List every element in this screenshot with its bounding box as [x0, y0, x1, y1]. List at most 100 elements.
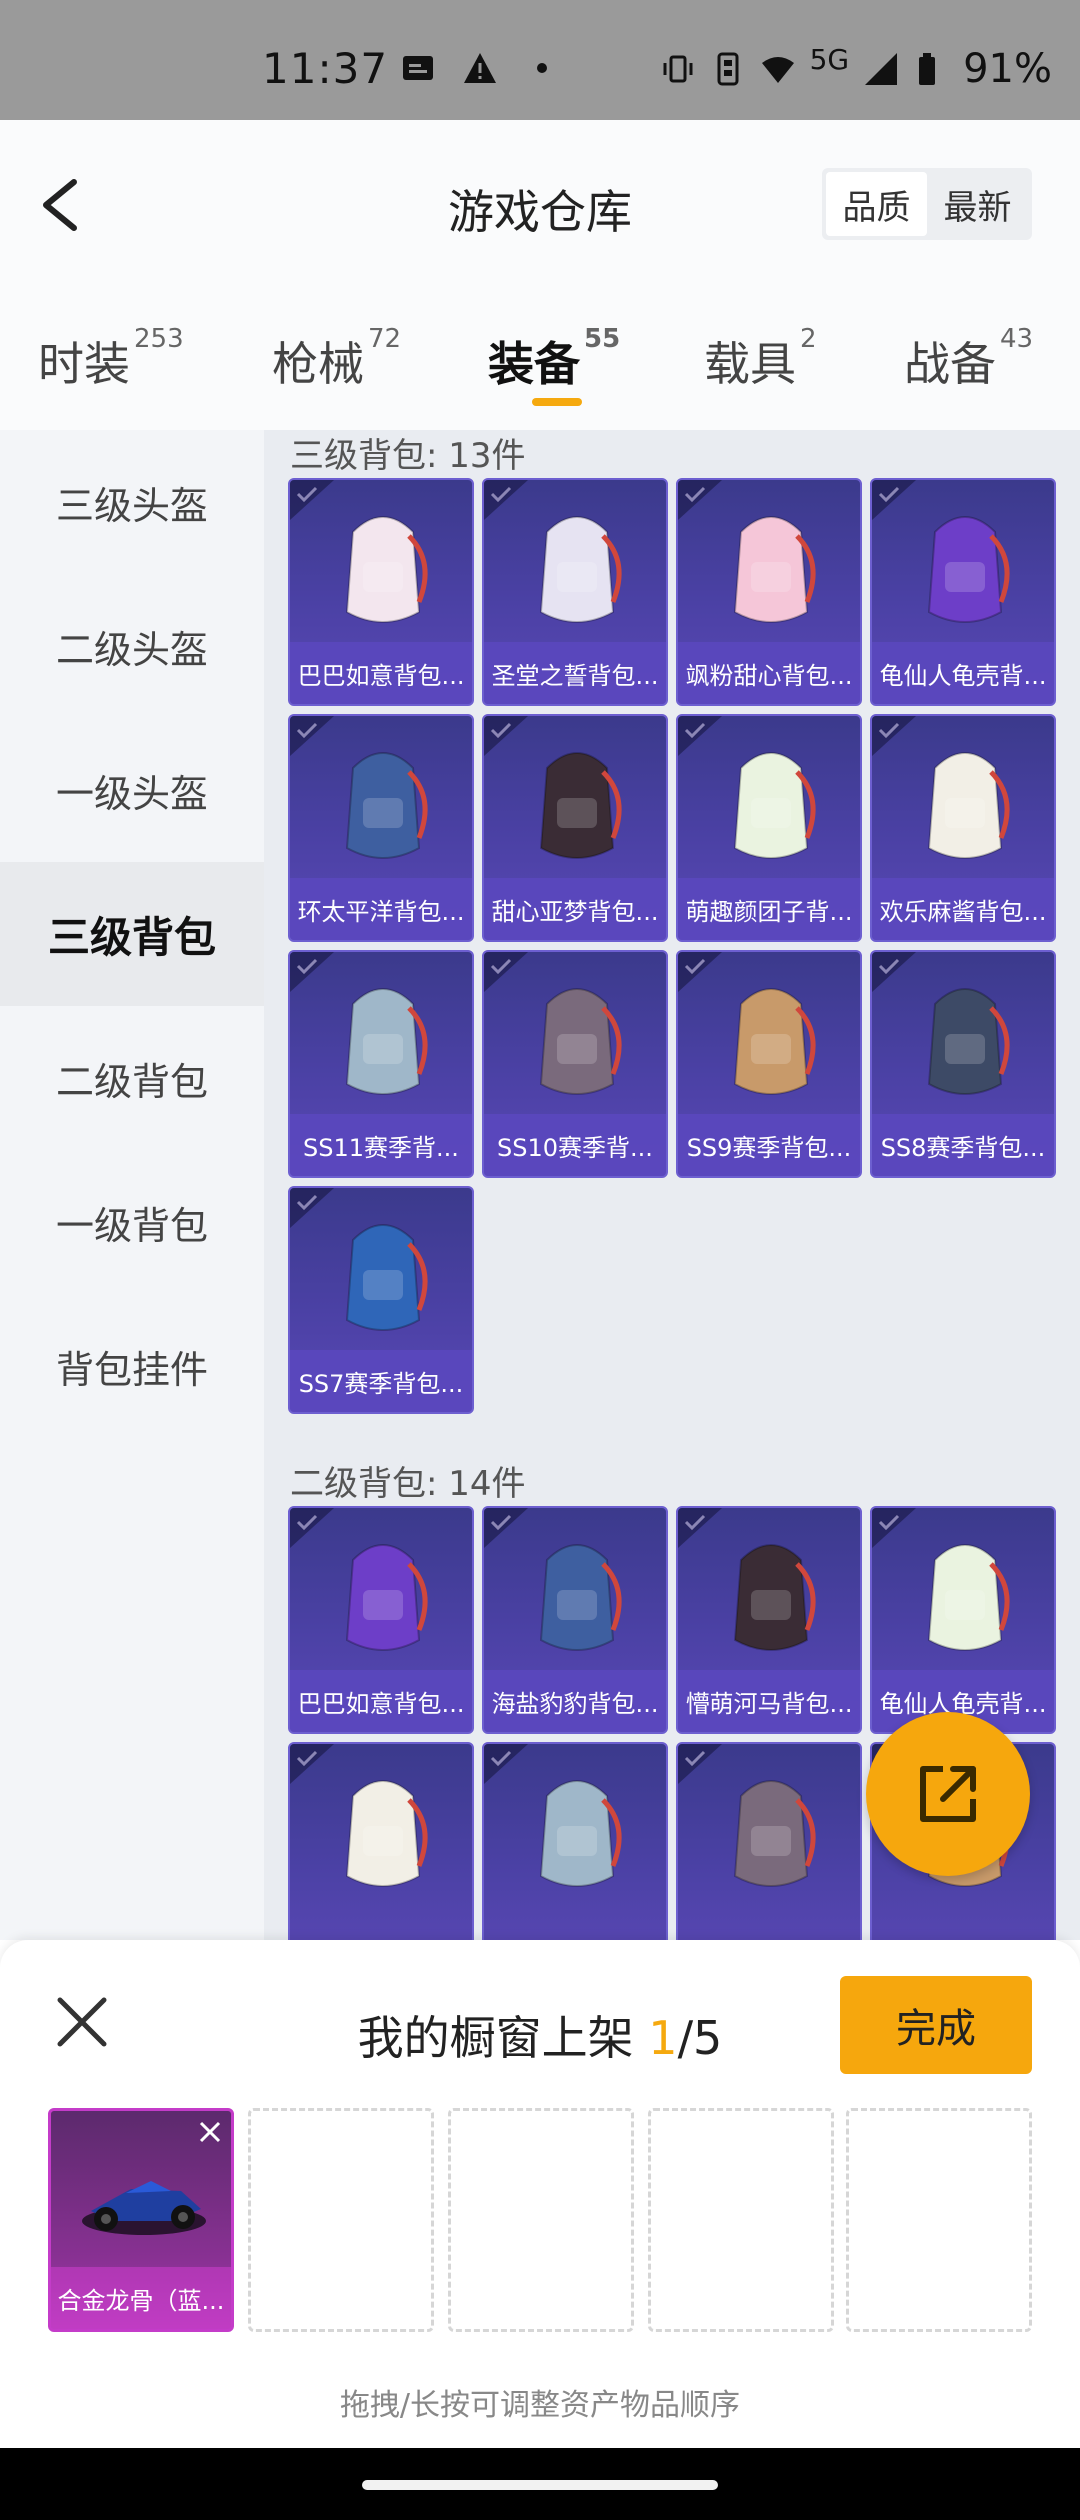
active-tab-indicator: [532, 398, 582, 406]
item-card[interactable]: 海盐豹豹背包...: [482, 1506, 668, 1734]
item-label: 巴巴如意背包...: [290, 1670, 472, 1732]
item-card[interactable]: SS8赛季背包...: [870, 950, 1056, 1178]
sort-toggle[interactable]: 品质 最新: [822, 168, 1032, 240]
item-image: [539, 1780, 622, 1887]
tab-vehicles[interactable]: 载具 2: [704, 324, 817, 394]
tab-label: 枪械: [272, 337, 364, 391]
item-card[interactable]: [288, 1742, 474, 1940]
sidebar-item-helmet-1[interactable]: 一级头盔: [0, 718, 264, 862]
item-image: [539, 752, 622, 859]
item-image: [345, 1224, 428, 1331]
section-title: 三级背包: 13件: [290, 436, 526, 476]
showcase-count-total: /5: [677, 2011, 723, 2065]
showcase-slot-3[interactable]: [448, 2108, 634, 2332]
status-time: 11:37: [262, 44, 389, 93]
tab-supplies[interactable]: 战备 43: [904, 324, 1033, 394]
item-card[interactable]: 环太平洋背包...: [288, 714, 474, 942]
item-label: 飒粉甜心背包...: [678, 642, 860, 704]
tab-count: 43: [1000, 324, 1034, 354]
item-card[interactable]: 圣堂之誓背包...: [482, 478, 668, 706]
remove-icon[interactable]: [195, 2117, 225, 2147]
item-card[interactable]: SS10赛季背...: [482, 950, 668, 1178]
item-card[interactable]: SS9赛季背包...: [676, 950, 862, 1178]
item-image: [539, 516, 622, 623]
item-image: [345, 516, 428, 623]
tab-count: 72: [368, 324, 402, 354]
item-image: [539, 1544, 622, 1651]
sim-icon: [717, 52, 739, 86]
item-card[interactable]: 巴巴如意背包...: [288, 478, 474, 706]
item-image: [733, 988, 816, 1095]
showcase-sheet: 我的橱窗上架 1/5 完成 合金龙骨（蓝... 拖拽/长按可调整资产物品顺序: [0, 1940, 1080, 2448]
sidebar-item-helmet-3[interactable]: 三级头盔: [0, 430, 264, 574]
tab-label: 装备: [488, 337, 580, 391]
category-tabs: 时装 253 枪械 72 装备 55 载具 2 战备 43: [0, 290, 1080, 430]
item-image: [733, 1544, 816, 1651]
item-label: 懵萌河马背包...: [678, 1670, 860, 1732]
item-label: 甜心亚梦背包...: [484, 878, 666, 940]
item-image: [927, 516, 1010, 623]
share-icon: [920, 1766, 976, 1822]
item-image: [733, 752, 816, 859]
home-gesture-bar[interactable]: [362, 2480, 718, 2490]
item-image: [927, 988, 1010, 1095]
sidebar-item-backpack-charm[interactable]: 背包挂件: [0, 1294, 264, 1438]
share-button[interactable]: [866, 1712, 1030, 1876]
showcase-slot-2[interactable]: [248, 2108, 434, 2332]
slot-label: 合金龙骨（蓝...: [51, 2267, 231, 2329]
item-card[interactable]: SS7赛季背包...: [288, 1186, 474, 1414]
item-label: SS11赛季背...: [290, 1114, 472, 1176]
item-card[interactable]: [482, 1742, 668, 1940]
item-card[interactable]: SS11赛季背...: [288, 950, 474, 1178]
item-label: 环太平洋背包...: [290, 878, 472, 940]
showcase-title-text: 我的橱窗上架: [357, 2011, 649, 2065]
tab-count: 55: [584, 324, 621, 354]
battery-percentage: 91%: [963, 46, 1052, 92]
item-image: [733, 1780, 816, 1887]
showcase-count-current: 1: [648, 2011, 678, 2065]
item-card[interactable]: 巴巴如意背包...: [288, 1506, 474, 1734]
vibrate-icon: [663, 55, 693, 83]
showcase-slot-5[interactable]: [846, 2108, 1032, 2332]
tab-equipment[interactable]: 装备 55: [488, 324, 620, 394]
system-nav-bar: [0, 2448, 1080, 2520]
item-card[interactable]: 龟仙人龟壳背...: [870, 1506, 1056, 1734]
item-image: [927, 752, 1010, 859]
item-image: [345, 1544, 428, 1651]
sort-newest-button[interactable]: 最新: [927, 172, 1028, 236]
tab-label: 战备: [904, 337, 996, 391]
item-card[interactable]: 欢乐麻酱背包...: [870, 714, 1056, 942]
sidebar-item-backpack-3[interactable]: 三级背包: [0, 862, 264, 1006]
done-button[interactable]: 完成: [840, 1976, 1032, 2074]
item-image: [345, 752, 428, 859]
vehicle-image: [82, 2181, 206, 2235]
tab-label: 时装: [38, 337, 130, 391]
item-label: 圣堂之誓背包...: [484, 642, 666, 704]
app-header: 游戏仓库 品质 最新: [0, 120, 1080, 290]
sort-quality-button[interactable]: 品质: [826, 172, 927, 236]
item-card[interactable]: 飒粉甜心背包...: [676, 478, 862, 706]
tab-label: 载具: [704, 337, 796, 391]
item-card[interactable]: 萌趣颜团子背...: [676, 714, 862, 942]
item-label: 巴巴如意背包...: [290, 642, 472, 704]
item-image: [345, 1780, 428, 1887]
showcase-slot-4[interactable]: [648, 2108, 834, 2332]
tab-weapons[interactable]: 枪械 72: [272, 324, 401, 394]
item-card[interactable]: 甜心亚梦背包...: [482, 714, 668, 942]
sidebar-item-backpack-1[interactable]: 一级背包: [0, 1150, 264, 1294]
tab-fashion[interactable]: 时装 253: [38, 324, 184, 394]
showcase-slot-1[interactable]: 合金龙骨（蓝...: [48, 2108, 234, 2332]
reorder-hint: 拖拽/长按可调整资产物品顺序: [339, 2388, 741, 2423]
item-label: SS9赛季背包...: [678, 1114, 860, 1176]
item-card[interactable]: [676, 1742, 862, 1940]
item-card[interactable]: 龟仙人龟壳背...: [870, 478, 1056, 706]
item-image: [927, 1544, 1010, 1651]
item-card[interactable]: 懵萌河马背包...: [676, 1506, 862, 1734]
sidebar-item-helmet-2[interactable]: 二级头盔: [0, 574, 264, 718]
message-icon: [403, 56, 433, 80]
item-image: [733, 516, 816, 623]
sidebar-item-backpack-2[interactable]: 二级背包: [0, 1006, 264, 1150]
item-label: 欢乐麻酱背包...: [872, 878, 1054, 940]
item-label: 海盐豹豹背包...: [484, 1670, 666, 1732]
item-label: 萌趣颜团子背...: [678, 878, 860, 940]
